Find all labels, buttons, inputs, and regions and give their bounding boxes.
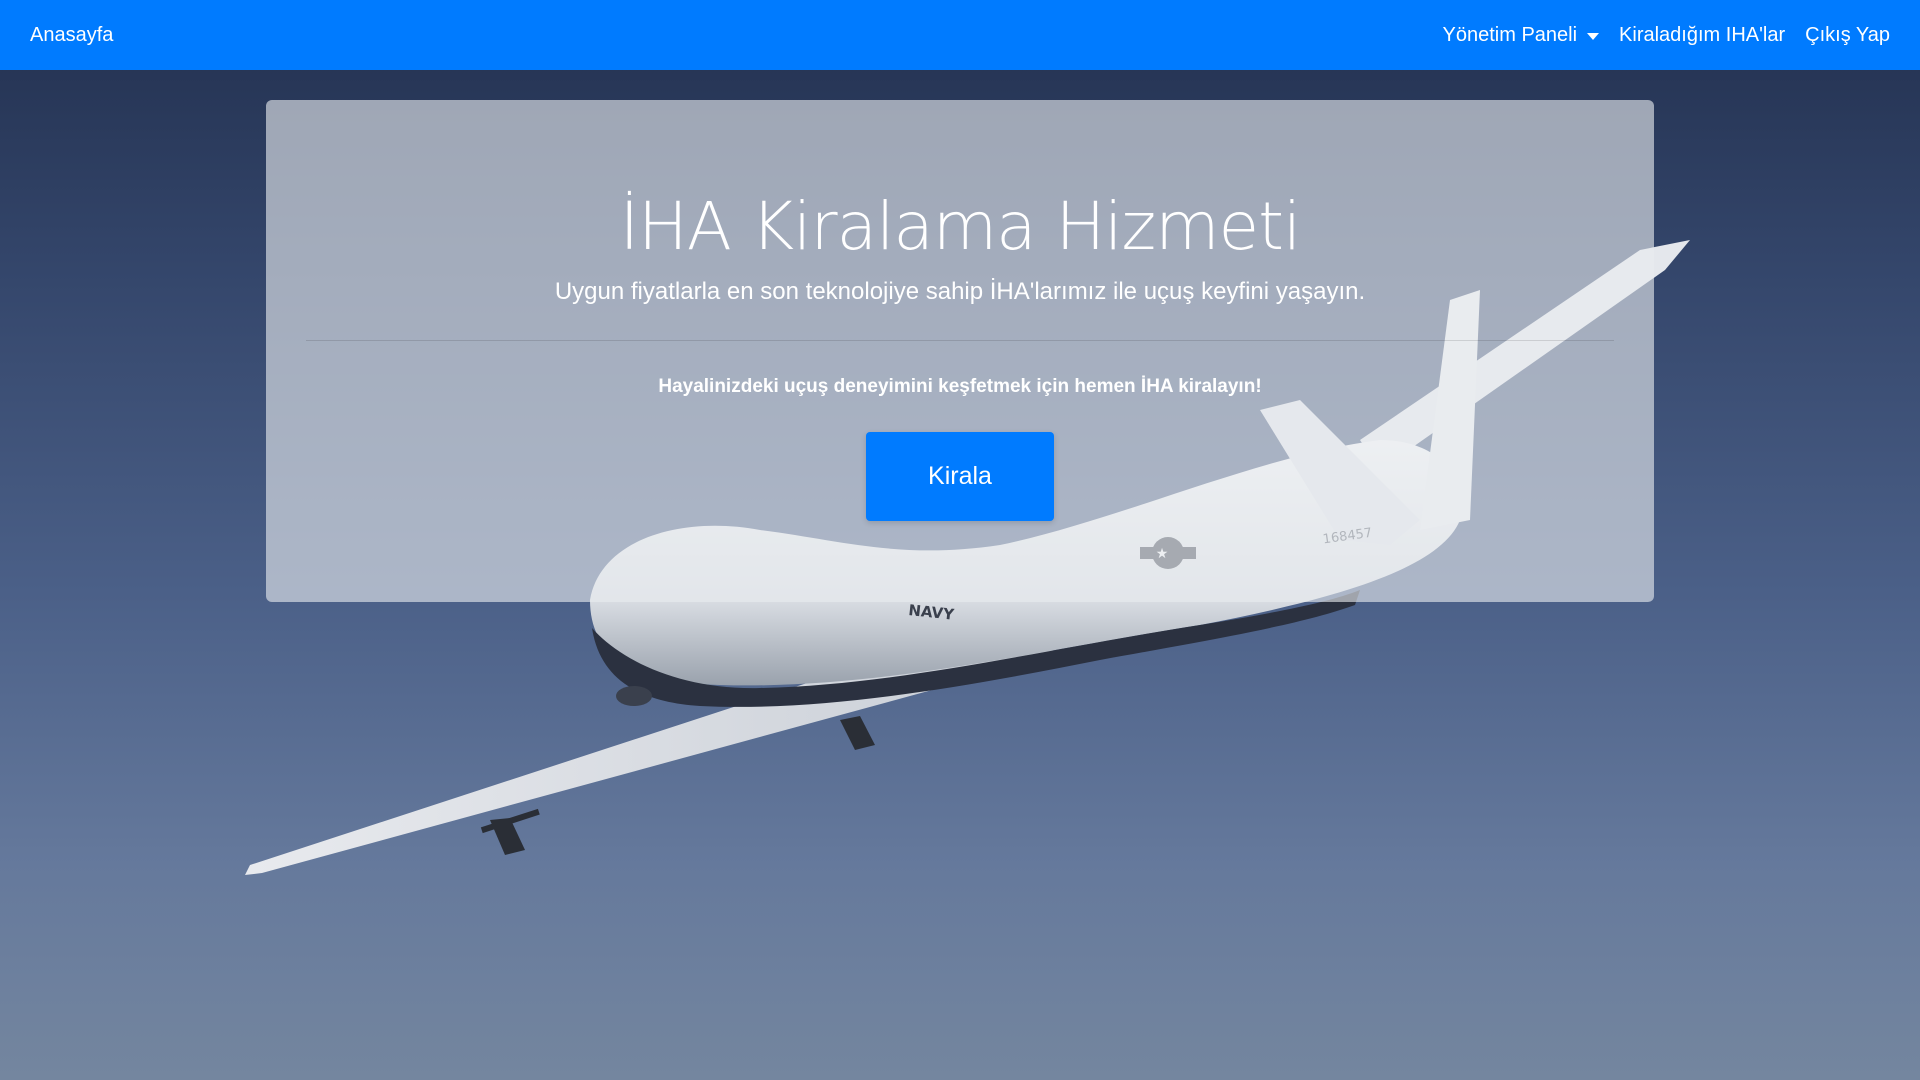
hero-title: İHA Kiralama Hizmeti [619, 188, 1302, 265]
navbar-menu: Yönetim Paneli Kiraladığım IHA'lar Çıkış… [1443, 24, 1890, 47]
hero-divider [306, 340, 1614, 341]
hero-card: İHA Kiralama Hizmeti Uygun fiyatlarla en… [266, 100, 1654, 602]
hero-subtitle: Uygun fiyatlarla en son teknolojiye sahi… [554, 278, 1366, 305]
top-navbar: Anasayfa Yönetim Paneli Kiraladığım IHA'… [0, 0, 1920, 70]
fuselage-label: NAVY [908, 601, 956, 624]
rent-button[interactable]: Kirala [866, 432, 1054, 521]
my-rentals-link[interactable]: Kiraladığım IHA'lar [1619, 24, 1785, 47]
admin-panel-label: Yönetim Paneli [1442, 23, 1578, 46]
hero-cta-text: Hayalinizdeki uçuş deneyimini keşfetmek … [658, 376, 1262, 397]
caret-down-icon [1587, 32, 1600, 40]
home-link[interactable]: Anasayfa [30, 24, 113, 47]
logout-link[interactable]: Çıkış Yap [1805, 24, 1890, 47]
admin-panel-dropdown[interactable]: Yönetim Paneli [1443, 24, 1600, 47]
